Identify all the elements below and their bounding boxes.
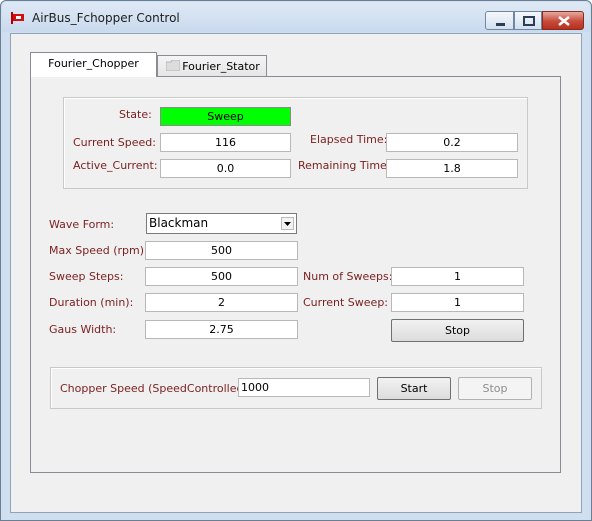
duration-label: Duration (min): [49, 296, 134, 309]
state-indicator: Sweep [160, 107, 291, 126]
client-area: Fourier_Chopper Fourier_Stator State: Sw… [10, 33, 582, 513]
app-window: AirBus_Fchopper Control Fourier_Chopper … [0, 0, 592, 521]
close-button[interactable] [542, 11, 584, 30]
tab-fourier-chopper[interactable]: Fourier_Chopper [30, 52, 157, 77]
folder-icon [166, 60, 180, 71]
chopper-speed-group: Chopper Speed (SpeedControlled): 1000 St… [50, 367, 542, 409]
sweep-stop-button[interactable]: Stop [391, 319, 524, 342]
status-group: State: Sweep Current Speed: 116 Active_C… [63, 97, 528, 189]
minimize-button[interactable] [485, 11, 514, 30]
active-current-label: Active_Current: [73, 159, 158, 172]
start-button[interactable]: Start [377, 377, 451, 400]
fourier-chopper-page: State: Sweep Current Speed: 116 Active_C… [30, 76, 561, 473]
flag-icon [11, 12, 24, 24]
wave-form-value: Blackman [149, 216, 209, 230]
tab-label: Fourier_Chopper [48, 57, 139, 70]
num-sweeps-label: Num of Sweeps: [303, 270, 393, 283]
tab-label: Fourier_Stator [182, 60, 260, 73]
chopper-stop-button[interactable]: Stop [458, 377, 532, 400]
window-title: AirBus_Fchopper Control [32, 11, 180, 25]
sweep-steps-input[interactable]: 500 [145, 267, 298, 286]
num-sweeps-input[interactable]: 1 [391, 267, 524, 286]
elapsed-time-label: Elapsed Time: [310, 133, 388, 146]
chevron-down-icon[interactable] [281, 217, 294, 230]
minimize-icon [496, 23, 505, 26]
duration-input[interactable]: 2 [145, 293, 298, 312]
sweep-steps-label: Sweep Steps: [49, 270, 124, 283]
close-icon [558, 16, 570, 26]
remaining-time-label: Remaining Time: [298, 159, 391, 172]
current-sweep-field: 1 [391, 293, 524, 312]
state-label: State: [119, 108, 152, 121]
gaus-width-input[interactable]: 2.75 [145, 320, 298, 339]
chopper-speed-label: Chopper Speed (SpeedControlled): [60, 382, 252, 395]
maximize-icon [523, 16, 535, 26]
wave-form-label: Wave Form: [49, 218, 115, 231]
max-speed-label: Max Speed (rpm): [49, 244, 148, 257]
chopper-speed-input[interactable]: 1000 [238, 378, 370, 397]
current-speed-field: 116 [160, 133, 291, 152]
elapsed-time-field: 0.2 [386, 133, 518, 152]
wave-form-select[interactable]: Blackman [146, 213, 297, 234]
current-speed-label: Current Speed: [73, 136, 156, 149]
remaining-time-field: 1.8 [386, 159, 518, 178]
maximize-button[interactable] [514, 11, 542, 30]
gaus-width-label: Gaus Width: [49, 323, 117, 336]
current-sweep-label: Current Sweep: [303, 296, 389, 309]
max-speed-input[interactable]: 500 [145, 241, 298, 260]
active-current-field: 0.0 [160, 159, 291, 178]
title-bar[interactable]: AirBus_Fchopper Control [2, 2, 590, 32]
